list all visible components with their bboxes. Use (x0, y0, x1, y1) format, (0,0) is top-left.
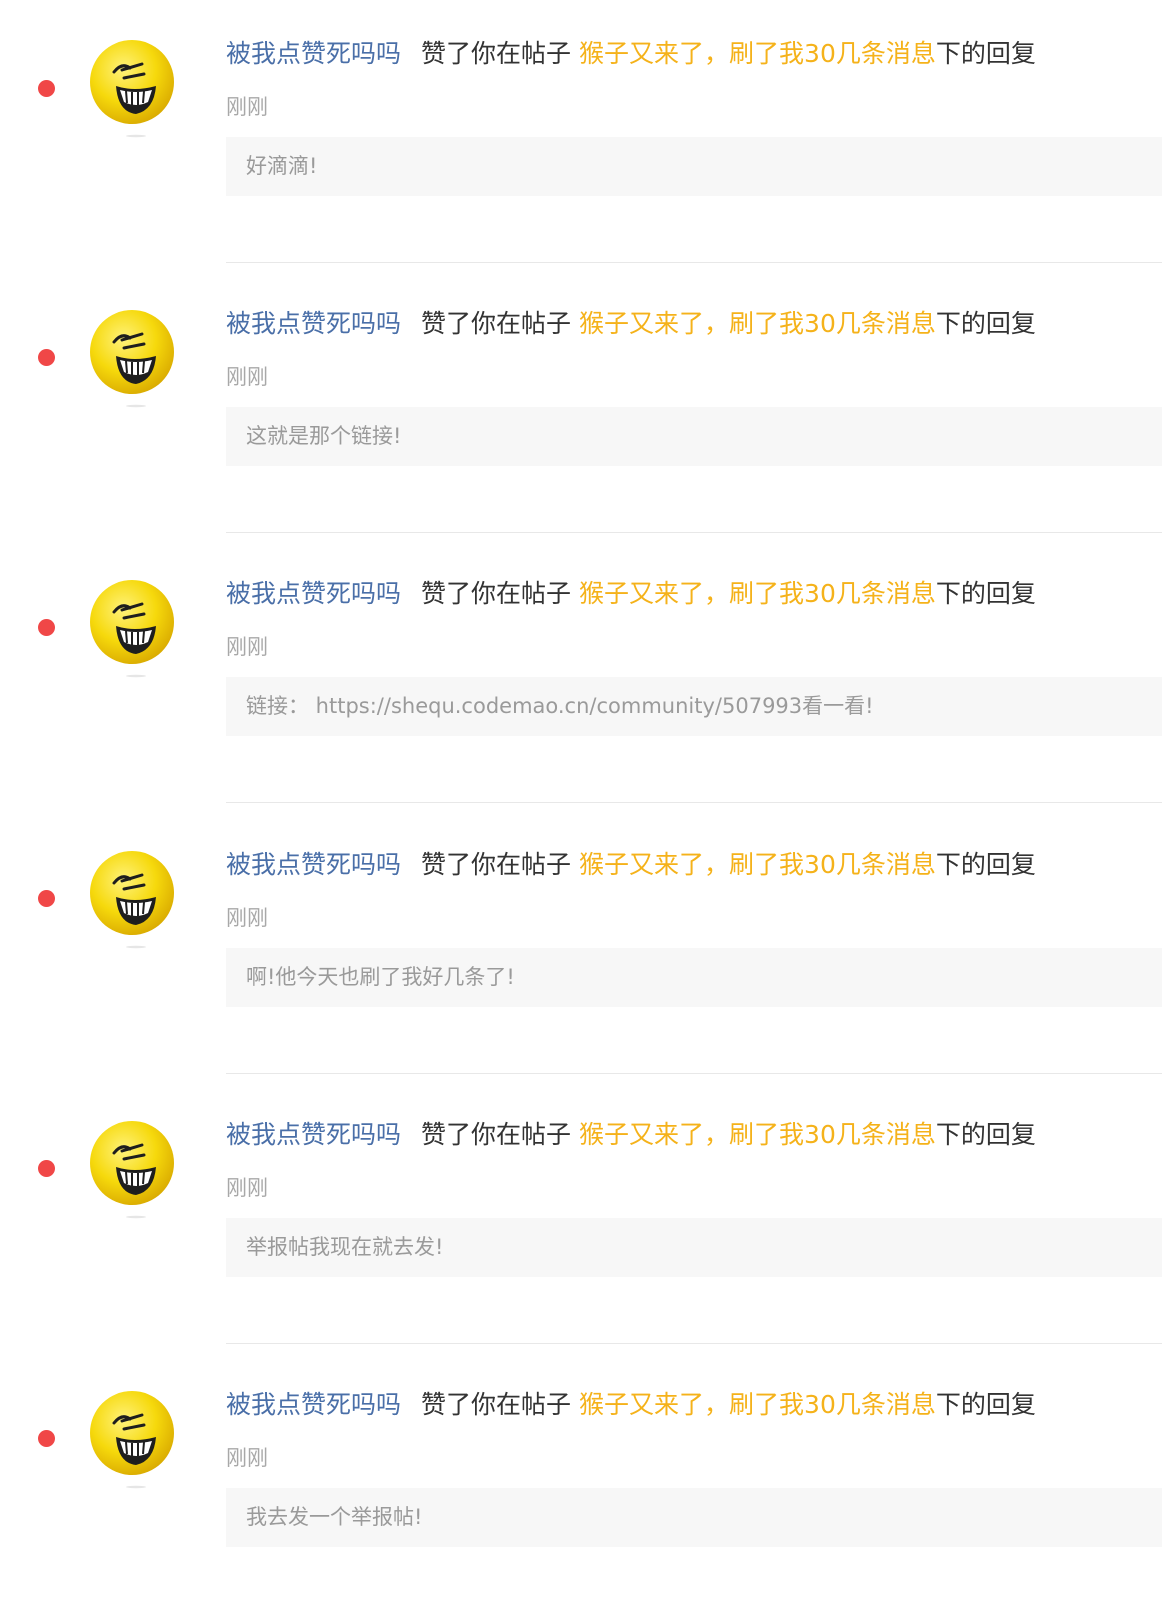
action-suffix: 下的回复 (935, 1120, 1036, 1149)
laughing-emoji-icon (90, 851, 174, 949)
username-link[interactable]: 被我点赞死吗吗 (226, 39, 401, 68)
unread-dot-icon (38, 1160, 55, 1177)
action-text: 赞了你在帖子 (421, 579, 572, 608)
notification-item[interactable]: 被我点赞死吗吗 赞了你在帖子 猴子又来了，刷了我30几条消息下的回复 刚刚 链接： … (0, 540, 1174, 810)
reply-quote[interactable]: 好滴滴! (226, 137, 1162, 196)
divider (226, 532, 1162, 533)
divider (226, 802, 1162, 803)
unread-dot-icon (38, 890, 55, 907)
timestamp: 刚刚 (226, 1446, 268, 1470)
unread-dot-icon (38, 619, 55, 636)
reply-quote[interactable]: 链接： https://shequ.codemao.cn/community/5… (226, 677, 1162, 736)
timestamp: 刚刚 (226, 635, 268, 659)
action-suffix: 下的回复 (935, 850, 1036, 879)
notification-headline: 被我点赞死吗吗 赞了你在帖子 猴子又来了，刷了我30几条消息下的回复 (226, 576, 1036, 612)
notification-item[interactable]: 被我点赞死吗吗 赞了你在帖子 猴子又来了，刷了我30几条消息下的回复 刚刚 好滴滴! (0, 0, 1174, 270)
reply-quote[interactable]: 这就是那个链接! (226, 407, 1162, 466)
notification-headline: 被我点赞死吗吗 赞了你在帖子 猴子又来了，刷了我30几条消息下的回复 (226, 306, 1036, 342)
action-text: 赞了你在帖子 (421, 39, 572, 68)
reply-quote[interactable]: 啊!他今天也刷了我好几条了! (226, 948, 1162, 1007)
laughing-emoji-icon (90, 40, 174, 138)
post-title-link[interactable]: 猴子又来了，刷了我30几条消息 (579, 1390, 936, 1419)
avatar[interactable] (84, 845, 184, 949)
avatar[interactable] (84, 1385, 184, 1489)
post-title-link[interactable]: 猴子又来了，刷了我30几条消息 (579, 309, 936, 338)
notification-headline: 被我点赞死吗吗 赞了你在帖子 猴子又来了，刷了我30几条消息下的回复 (226, 36, 1036, 72)
avatar[interactable] (84, 1115, 184, 1219)
action-suffix: 下的回复 (935, 39, 1036, 68)
post-title-link[interactable]: 猴子又来了，刷了我30几条消息 (579, 39, 936, 68)
post-title-link[interactable]: 猴子又来了，刷了我30几条消息 (579, 1120, 936, 1149)
action-suffix: 下的回复 (935, 309, 1036, 338)
timestamp: 刚刚 (226, 1176, 268, 1200)
laughing-emoji-icon (90, 580, 174, 678)
avatar[interactable] (84, 34, 184, 138)
username-link[interactable]: 被我点赞死吗吗 (226, 1120, 401, 1149)
unread-dot-icon (38, 349, 55, 366)
timestamp: 刚刚 (226, 365, 268, 389)
laughing-emoji-icon (90, 1121, 174, 1219)
laughing-emoji-icon (90, 1391, 174, 1489)
timestamp: 刚刚 (226, 95, 268, 119)
laughing-emoji-icon (90, 310, 174, 408)
notification-item[interactable]: 被我点赞死吗吗 赞了你在帖子 猴子又来了，刷了我30几条消息下的回复 刚刚 举报帖我… (0, 1081, 1174, 1351)
action-text: 赞了你在帖子 (421, 309, 572, 338)
action-text: 赞了你在帖子 (421, 1120, 572, 1149)
notification-headline: 被我点赞死吗吗 赞了你在帖子 猴子又来了，刷了我30几条消息下的回复 (226, 847, 1036, 883)
post-title-link[interactable]: 猴子又来了，刷了我30几条消息 (579, 850, 936, 879)
notification-headline: 被我点赞死吗吗 赞了你在帖子 猴子又来了，刷了我30几条消息下的回复 (226, 1387, 1036, 1423)
reply-quote[interactable]: 我去发一个举报帖! (226, 1488, 1162, 1547)
notification-item[interactable]: 被我点赞死吗吗 赞了你在帖子 猴子又来了，刷了我30几条消息下的回复 刚刚 我去发一… (0, 1351, 1174, 1621)
notification-item[interactable]: 被我点赞死吗吗 赞了你在帖子 猴子又来了，刷了我30几条消息下的回复 刚刚 啊!他今… (0, 811, 1174, 1081)
unread-dot-icon (38, 80, 55, 97)
avatar[interactable] (84, 304, 184, 408)
avatar[interactable] (84, 574, 184, 678)
action-text: 赞了你在帖子 (421, 850, 572, 879)
action-text: 赞了你在帖子 (421, 1390, 572, 1419)
divider (226, 1073, 1162, 1074)
notification-headline: 被我点赞死吗吗 赞了你在帖子 猴子又来了，刷了我30几条消息下的回复 (226, 1117, 1036, 1153)
notification-item[interactable]: 被我点赞死吗吗 赞了你在帖子 猴子又来了，刷了我30几条消息下的回复 刚刚 这就是那… (0, 270, 1174, 540)
action-suffix: 下的回复 (935, 579, 1036, 608)
username-link[interactable]: 被我点赞死吗吗 (226, 309, 401, 338)
divider (226, 1343, 1162, 1344)
username-link[interactable]: 被我点赞死吗吗 (226, 579, 401, 608)
timestamp: 刚刚 (226, 906, 268, 930)
username-link[interactable]: 被我点赞死吗吗 (226, 850, 401, 879)
username-link[interactable]: 被我点赞死吗吗 (226, 1390, 401, 1419)
divider (226, 262, 1162, 263)
post-title-link[interactable]: 猴子又来了，刷了我30几条消息 (579, 579, 936, 608)
action-suffix: 下的回复 (935, 1390, 1036, 1419)
unread-dot-icon (38, 1430, 55, 1447)
reply-quote[interactable]: 举报帖我现在就去发! (226, 1218, 1162, 1277)
